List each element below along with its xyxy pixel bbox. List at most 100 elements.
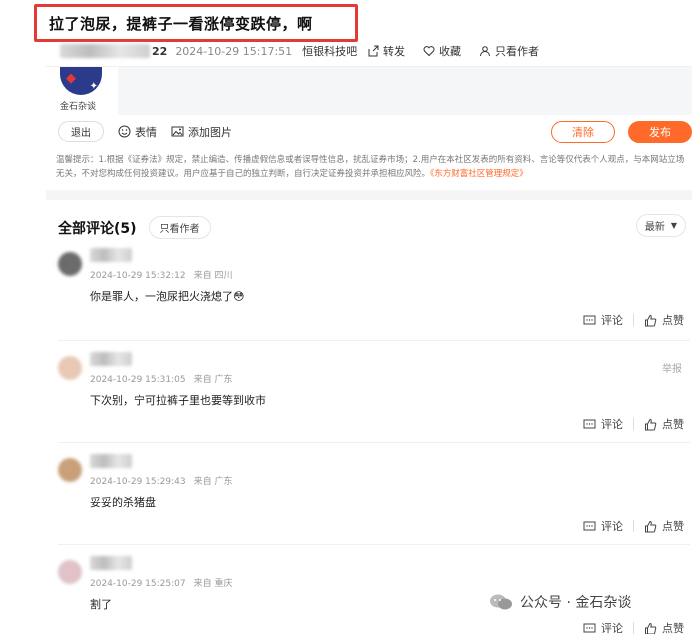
rules-link[interactable]: 《东方财富社区管理规定》 [430, 169, 528, 179]
comments-title: 全部评论(5) [58, 220, 137, 237]
comment-actions: 评论 点赞 [583, 416, 684, 432]
like-label: 点赞 [662, 622, 684, 634]
thumbs-up-icon [645, 418, 657, 430]
smile-icon [118, 125, 131, 138]
like-label: 点赞 [662, 418, 684, 431]
clear-button[interactable]: 清除 [551, 121, 615, 143]
comment-date: 2024-10-29 15:31:05 [90, 375, 186, 385]
reply-composer: ◆ ✦ 金石杂谈 退出 表情 添加图片 清除 发布 温馨提示：1.根据《证券法》… [46, 66, 692, 190]
comment-icon [583, 419, 596, 428]
comment-date: 2024-10-29 15:32:12 [90, 271, 186, 281]
wechat-icon [490, 594, 512, 610]
like-label: 点赞 [662, 520, 684, 533]
like-button[interactable]: 点赞 [644, 416, 684, 432]
thumbs-up-icon [645, 520, 657, 532]
comment-meta: 2024-10-29 15:29:43 来自 广东 [90, 474, 232, 487]
comment-icon [583, 521, 596, 530]
comments-only-author-button[interactable]: 只看作者 [148, 216, 211, 239]
comment-divider [58, 340, 690, 341]
comment-text: 妥妥的杀猪盘 [90, 496, 156, 509]
post-meta: 22 2024-10-29 15:17:51 恒银科技吧 [60, 42, 357, 60]
post-actions: 转发 收藏 只看作者 [367, 43, 539, 59]
thumbs-up-icon [645, 314, 657, 326]
reply-button[interactable]: 评论 [583, 518, 623, 534]
comment-meta: 2024-10-29 15:32:12 来自 四川 [90, 268, 232, 281]
like-button[interactable]: 点赞 [644, 620, 684, 634]
post-date: 2024-10-29 15:17:51 [175, 44, 293, 58]
comment-icon [583, 623, 596, 632]
emoji-label: 表情 [135, 125, 157, 139]
comment-meta: 2024-10-29 15:31:05 来自 广东 [90, 372, 232, 385]
share-button[interactable]: 转发 [367, 43, 405, 59]
action-separator [633, 520, 634, 532]
blurred-commenter-name[interactable] [90, 352, 132, 366]
comment-actions: 评论 点赞 [583, 312, 684, 328]
comment-location: 来自 广东 [193, 375, 233, 385]
blurred-commenter-name[interactable] [90, 556, 132, 570]
image-icon [171, 126, 184, 137]
report-button[interactable]: 举报 [662, 360, 682, 375]
reply-label: 评论 [601, 314, 623, 327]
notice-text: 温馨提示：1.根据《证券法》规定，禁止编造、传播虚假信息或者误导性信息，扰乱证券… [56, 155, 685, 179]
comment-text: 割了 [90, 598, 112, 611]
headline-highlight: 拉了泡尿，提裤子一看涨停变跌停，啊 [34, 4, 358, 42]
only-author-button[interactable]: 只看作者 [479, 43, 539, 59]
blurred-commenter-name[interactable] [90, 248, 132, 262]
post-button[interactable]: 发布 [628, 121, 692, 143]
like-button[interactable]: 点赞 [644, 518, 684, 534]
comment-date: 2024-10-29 15:25:07 [90, 579, 186, 589]
comment-divider [58, 442, 690, 443]
avatar-name: 金石杂谈 [60, 102, 97, 112]
username-suffix[interactable]: 22 [152, 45, 167, 58]
wechat-watermark: 公众号 · 金石杂谈 [488, 592, 631, 612]
add-image-label: 添加图片 [188, 125, 232, 139]
comments-header: 全部评论(5) 只看作者 [58, 216, 211, 239]
comment-location: 来自 重庆 [193, 579, 233, 589]
person-icon [480, 46, 490, 57]
reply-button[interactable]: 评论 [583, 416, 623, 432]
share-label: 转发 [383, 45, 405, 58]
action-separator [633, 418, 634, 430]
commenter-avatar[interactable] [58, 458, 82, 482]
comment-actions: 评论 点赞 [583, 620, 684, 634]
caret-down-icon: ▼ [670, 221, 677, 230]
reply-textarea[interactable] [118, 67, 692, 115]
commenter-avatar[interactable] [58, 560, 82, 584]
user-avatar: ◆ ✦ [60, 67, 102, 95]
emoji-button[interactable]: 表情 [118, 124, 157, 140]
only-author-label: 只看作者 [495, 45, 539, 58]
favorite-label: 收藏 [439, 45, 461, 58]
composer-toolbar: 退出 表情 添加图片 [58, 121, 232, 142]
add-image-button[interactable]: 添加图片 [171, 124, 232, 140]
favorite-button[interactable]: 收藏 [423, 43, 461, 59]
comment-actions: 评论 点赞 [583, 518, 684, 534]
reply-label: 评论 [601, 418, 623, 431]
comment-icon [583, 315, 596, 324]
reply-button[interactable]: 评论 [583, 620, 623, 634]
comments-section: 全部评论(5) 只看作者 最新 ▼ 2024-10-29 15:32:12 来自 … [46, 200, 692, 634]
comment-divider [58, 544, 690, 545]
comment-location: 来自 广东 [193, 477, 233, 487]
like-button[interactable]: 点赞 [644, 312, 684, 328]
section-divider [46, 190, 692, 200]
comment-text: 下次别，宁可拉裤子里也要等到收市 [90, 394, 266, 407]
blurred-commenter-name[interactable] [90, 454, 132, 468]
reply-button[interactable]: 评论 [583, 312, 623, 328]
comment-text: 你是罪人，一泡尿把火浇熄了😳 [90, 290, 245, 303]
commenter-avatar[interactable] [58, 252, 82, 276]
sort-dropdown[interactable]: 最新 ▼ [635, 214, 686, 237]
reply-label: 评论 [601, 622, 623, 634]
post-title: 拉了泡尿，提裤子一看涨停变跌停，啊 [49, 14, 313, 33]
thumbs-up-icon [645, 622, 657, 634]
bar-link[interactable]: 恒银科技吧 [302, 43, 357, 59]
action-separator [633, 622, 634, 634]
share-icon [368, 45, 379, 57]
watermark-text: 公众号 · 金石杂谈 [520, 595, 632, 611]
community-notice: 温馨提示：1.根据《证券法》规定，禁止编造、传播虚假信息或者误导性信息，扰乱证券… [56, 153, 686, 181]
sort-label: 最新 [644, 222, 665, 233]
comment-date: 2024-10-29 15:29:43 [90, 477, 186, 487]
heart-icon [423, 46, 435, 57]
comment-meta: 2024-10-29 15:25:07 来自 重庆 [90, 576, 232, 589]
exit-button[interactable]: 退出 [58, 121, 104, 142]
commenter-avatar[interactable] [58, 356, 82, 380]
